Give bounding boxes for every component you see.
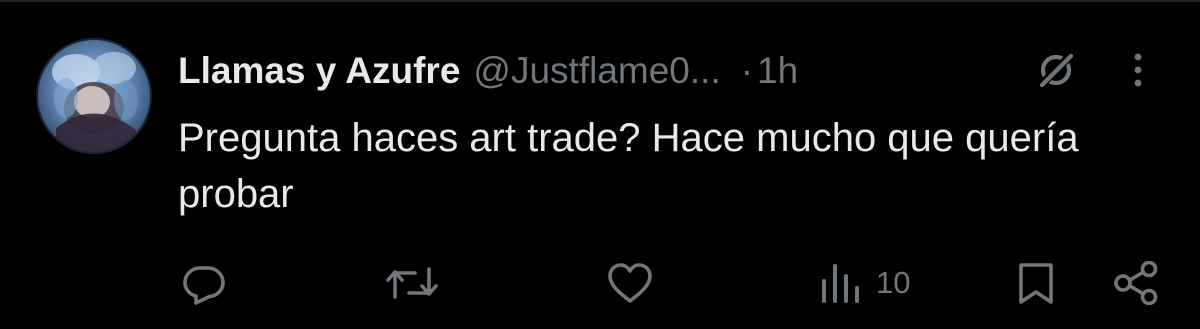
tweet-text: Pregunta haces art trade? Hace mucho que… (178, 116, 1079, 216)
tweet-actions: 10 (0, 255, 1200, 311)
views-count: 10 (876, 265, 911, 300)
display-name[interactable]: Llamas y Azufre (178, 50, 460, 92)
reply-icon (182, 261, 226, 305)
heart-icon (606, 261, 654, 305)
tweet[interactable]: Llamas y Azufre @Justflame0... · 1h Preg… (0, 0, 1200, 329)
retweet-icon (385, 261, 439, 305)
bookmark-icon (1016, 261, 1056, 305)
share-button[interactable] (1112, 255, 1160, 311)
avatar[interactable] (36, 38, 152, 154)
more-icon (1133, 52, 1143, 93)
views-button[interactable]: 10 (818, 255, 910, 311)
more-button[interactable] (1118, 50, 1158, 94)
tweet-header: Llamas y Azufre @Justflame0... · 1h (178, 48, 798, 94)
grok-button[interactable] (1030, 50, 1082, 94)
grok-icon (1034, 48, 1078, 97)
reply-button[interactable] (182, 255, 226, 311)
user-handle[interactable]: @Justflame0... (473, 50, 720, 92)
like-button[interactable] (606, 255, 654, 311)
separator-dot: · (740, 50, 754, 91)
bookmark-button[interactable] (1016, 255, 1056, 311)
share-icon (1112, 261, 1160, 305)
retweet-button[interactable] (385, 255, 439, 311)
views-chart-icon (818, 261, 862, 305)
timestamp[interactable]: 1h (757, 50, 798, 92)
